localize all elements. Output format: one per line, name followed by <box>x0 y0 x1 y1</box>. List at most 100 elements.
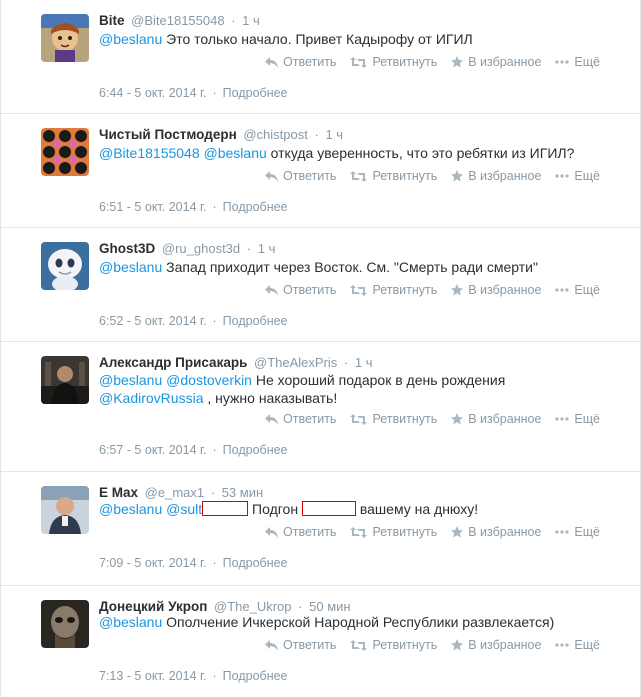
separator-dot: · <box>212 314 217 328</box>
author-handle[interactable]: @Bite18155048 <box>131 13 224 28</box>
avatar[interactable] <box>41 242 89 290</box>
tweet-date[interactable]: 7:09 - 5 окт. 2014 г. <box>99 556 207 570</box>
author-name[interactable]: Ghost3D <box>99 241 155 256</box>
author-handle[interactable]: @The_Ukrop <box>214 599 292 614</box>
more-dots-icon <box>555 288 570 292</box>
more-dots-icon <box>555 60 570 64</box>
avatar[interactable] <box>41 128 89 176</box>
avatar[interactable] <box>41 486 89 534</box>
details-link[interactable]: Подробнее <box>223 669 288 683</box>
retweet-button[interactable]: Ретвитнуть <box>350 169 437 183</box>
details-link[interactable]: Подробнее <box>223 443 288 457</box>
details-link[interactable]: Подробнее <box>223 314 288 328</box>
mention-link[interactable]: @beslanu <box>99 259 162 275</box>
mention-link[interactable]: @beslanu <box>204 145 267 161</box>
star-icon <box>451 284 464 296</box>
more-button[interactable]: Ещё <box>555 525 600 539</box>
reply-label: Ответить <box>283 412 337 426</box>
reply-button[interactable]: Ответить <box>265 55 336 69</box>
reply-button[interactable]: Ответить <box>265 169 336 183</box>
reply-icon <box>265 639 279 651</box>
reply-icon <box>265 526 279 538</box>
author-handle[interactable]: @chistpost <box>243 127 308 142</box>
favorite-button[interactable]: В избранное <box>451 638 541 652</box>
retweet-button[interactable]: Ретвитнуть <box>350 55 437 69</box>
author-name[interactable]: Донецкий Укроп <box>99 599 207 614</box>
separator-dot: · <box>298 599 303 614</box>
star-icon <box>451 413 464 425</box>
retweet-button[interactable]: Ретвитнуть <box>350 412 437 426</box>
author-handle[interactable]: @e_max1 <box>145 485 204 500</box>
tweet-body: Это только начало. Привет Кадырофу от ИГ… <box>162 31 473 47</box>
mention-link[interactable]: @sult <box>166 501 202 517</box>
tweet: Александр Присакарь @TheAlexPris · 1 ч @… <box>1 342 640 472</box>
retweet-label: Ретвитнуть <box>372 169 438 183</box>
tweet-date[interactable]: 6:51 - 5 окт. 2014 г. <box>99 200 207 214</box>
more-dots-icon <box>555 530 570 534</box>
avatar[interactable] <box>41 14 89 62</box>
mention-link[interactable]: @beslanu <box>99 31 162 47</box>
tweet-footer: 7:13 - 5 окт. 2014 г. · Подробнее <box>99 669 288 683</box>
more-button[interactable]: Ещё <box>555 169 600 183</box>
retweet-button[interactable]: Ретвитнуть <box>350 283 437 297</box>
author-handle[interactable]: @TheAlexPris <box>254 355 337 370</box>
separator-dot: · <box>212 556 217 570</box>
tweet-actions: Ответить Ретвитнуть В избранное Ещё <box>251 169 600 183</box>
retweet-button[interactable]: Ретвитнуть <box>350 638 437 652</box>
more-button[interactable]: Ещё <box>555 283 600 297</box>
favorite-button[interactable]: В избранное <box>451 283 541 297</box>
tweet-time[interactable]: 1 ч <box>258 241 276 256</box>
tweet-actions: Ответить Ретвитнуть В избранное Ещё <box>251 55 600 69</box>
more-button[interactable]: Ещё <box>555 55 600 69</box>
details-link[interactable]: Подробнее <box>223 86 288 100</box>
tweet-text: @beslanu Запад приходит через Восток. См… <box>99 258 619 276</box>
tweet-time[interactable]: 1 ч <box>325 127 343 142</box>
retweet-button[interactable]: Ретвитнуть <box>350 525 437 539</box>
mention-link[interactable]: @KadirovRussia <box>99 390 203 406</box>
mention-link[interactable]: @beslanu <box>99 501 162 517</box>
favorite-button[interactable]: В избранное <box>451 412 541 426</box>
favorite-button[interactable]: В избранное <box>451 169 541 183</box>
redaction-box <box>301 501 356 516</box>
more-label: Ещё <box>574 525 600 539</box>
retweet-label: Ретвитнуть <box>372 525 438 539</box>
author-name[interactable]: E Max <box>99 485 138 500</box>
tweet-date[interactable]: 7:13 - 5 окт. 2014 г. <box>99 669 207 683</box>
tweet-date[interactable]: 6:52 - 5 окт. 2014 г. <box>99 314 207 328</box>
avatar[interactable] <box>41 600 89 648</box>
reply-button[interactable]: Ответить <box>265 412 336 426</box>
reply-button[interactable]: Ответить <box>265 525 336 539</box>
author-name[interactable]: Чистый Постмодерн <box>99 127 237 142</box>
mention-link[interactable]: @dostoverkin <box>166 372 252 388</box>
mention-link[interactable]: @beslanu <box>99 614 162 630</box>
reply-button[interactable]: Ответить <box>265 283 336 297</box>
author-name[interactable]: Bite <box>99 13 125 28</box>
author-name[interactable]: Александр Присакарь <box>99 355 247 370</box>
star-icon <box>451 170 464 182</box>
tweet-time[interactable]: 1 ч <box>355 355 373 370</box>
tweet: Чистый Постмодерн @chistpost · 1 ч @Bite… <box>1 114 640 228</box>
author-handle[interactable]: @ru_ghost3d <box>162 241 240 256</box>
details-link[interactable]: Подробнее <box>223 556 288 570</box>
tweet: Ghost3D @ru_ghost3d · 1 ч @beslanu Запад… <box>1 228 640 342</box>
tweet-time[interactable]: 50 мин <box>309 599 350 614</box>
tweet-time[interactable]: 53 мин <box>222 485 263 500</box>
reply-button[interactable]: Ответить <box>265 638 336 652</box>
reply-icon <box>265 284 279 296</box>
more-dots-icon <box>555 417 570 421</box>
star-icon <box>451 56 464 68</box>
mention-link[interactable]: @Bite18155048 <box>99 145 200 161</box>
more-button[interactable]: Ещё <box>555 412 600 426</box>
mention-link[interactable]: @beslanu <box>99 372 162 388</box>
more-button[interactable]: Ещё <box>555 638 600 652</box>
more-label: Ещё <box>574 55 600 69</box>
favorite-button[interactable]: В избранное <box>451 55 541 69</box>
tweet-time[interactable]: 1 ч <box>242 13 260 28</box>
favorite-button[interactable]: В избранное <box>451 525 541 539</box>
favorite-label: В избранное <box>468 638 542 652</box>
details-link[interactable]: Подробнее <box>223 200 288 214</box>
tweet-date[interactable]: 6:57 - 5 окт. 2014 г. <box>99 443 207 457</box>
avatar[interactable] <box>41 356 89 404</box>
tweet-body-continued: вашему на днюху! <box>355 501 479 517</box>
tweet-date[interactable]: 6:44 - 5 окт. 2014 г. <box>99 86 207 100</box>
